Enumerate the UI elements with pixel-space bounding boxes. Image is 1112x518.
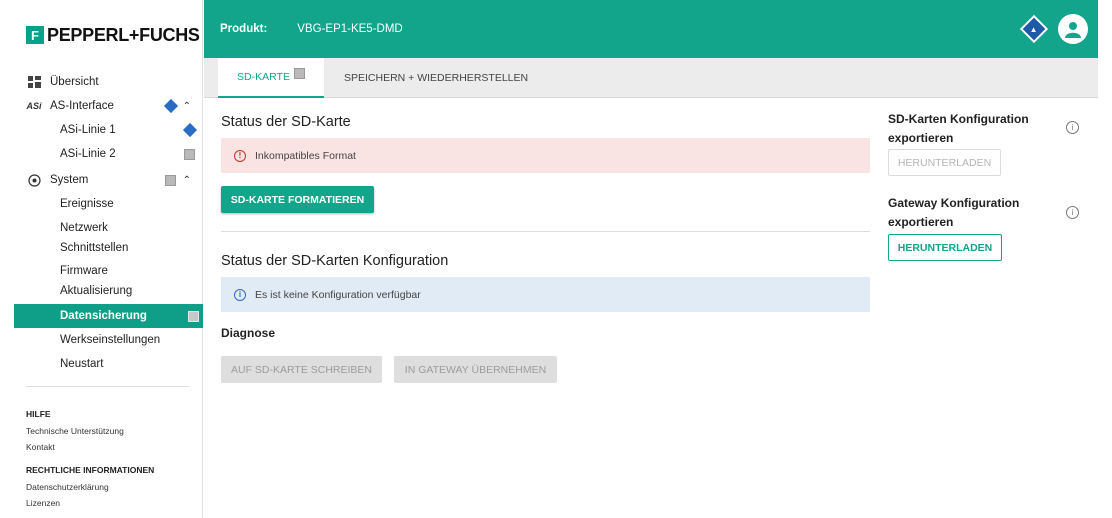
sd-export-title-line2: exportieren	[888, 131, 954, 145]
legal-link-privacy[interactable]: Datenschutzerklärung	[26, 482, 109, 492]
gateway-export-title-line2: exportieren	[888, 215, 954, 229]
sidebar-item-netzwerk[interactable]: Netzwerk Schnittstellen	[14, 218, 203, 258]
error-icon: !	[234, 149, 246, 162]
help-link-support[interactable]: Technische Unterstützung	[26, 426, 124, 436]
sidebar-item-label: Neustart	[60, 358, 104, 370]
brand-logo[interactable]: F PEPPERL+FUCHS	[14, 0, 202, 70]
status-blue-diamond-icon	[163, 98, 178, 114]
sidebar-item-label: Übersicht	[50, 76, 99, 88]
sidebar-item-label: ASi-Linie 1	[60, 124, 116, 136]
sidebar-item-firmware[interactable]: Firmware Aktualisierung	[14, 261, 203, 301]
product-label: Produkt:	[220, 23, 268, 35]
format-sd-card-button[interactable]: SD-KARTE FORMATIEREN	[221, 186, 374, 213]
apply-to-gateway-button[interactable]: IN GATEWAY ÜBERNEHMEN	[394, 356, 557, 383]
write-sd-card-button[interactable]: AUF SD-KARTE SCHREIBEN	[221, 356, 382, 383]
config-status-alert-text: Es ist keine Konfiguration verfügbar	[255, 288, 421, 301]
radio-target-icon	[26, 173, 42, 187]
brand-name: PEPPERL+FUCHS	[47, 24, 200, 45]
sidebar-item-uebersicht[interactable]: Übersicht	[14, 70, 203, 94]
sidebar-item-label-line2: Aktualisierung	[60, 285, 133, 297]
sidebar-item-as-interface[interactable]: ASi AS-Interface ⌃	[14, 94, 203, 118]
status-diamond-icon[interactable]: ▲	[1019, 14, 1049, 44]
user-avatar-icon[interactable]	[1058, 14, 1088, 44]
tab-bar: SD-KARTE SPEICHERN + WIEDERHERSTELLEN	[204, 58, 1098, 98]
sidebar-item-label: Netzwerk	[60, 222, 108, 234]
status-grey-square-icon	[184, 148, 195, 160]
sd-status-alert: ! Inkompatibles Format	[221, 138, 870, 173]
sidebar: F PEPPERL+FUCHS Übersicht ASi AS-Interfa…	[14, 0, 203, 518]
sidebar-item-label: System	[50, 174, 89, 186]
gateway-config-download-button[interactable]: HERUNTERLADEN	[888, 234, 1002, 261]
top-header: Produkt: VBG-EP1-KE5-DMD ▲	[204, 0, 1098, 58]
status-grey-square-icon	[293, 67, 305, 79]
sidebar-item-label: Werkseinstellungen	[60, 334, 161, 346]
chevron-up-icon[interactable]: ⌃	[183, 101, 191, 112]
sidebar-item-label-line2: Schnittstellen	[60, 242, 129, 254]
sidebar-item-label: ASi-Linie 2	[60, 148, 116, 160]
diagnose-label: Diagnose	[221, 326, 276, 340]
sd-status-title: Status der SD-Karte	[221, 114, 351, 130]
sd-status-alert-text: Inkompatibles Format	[255, 149, 356, 162]
status-blue-diamond-icon	[182, 122, 198, 138]
sidebar-item-label: AS-Interface	[50, 100, 114, 112]
sd-export-title: SD-Karten Konfiguration exportieren	[888, 110, 1029, 148]
sidebar-item-asi-linie-1[interactable]: ASi-Linie 1	[14, 118, 203, 142]
product-value: VBG-EP1-KE5-DMD	[297, 23, 403, 35]
info-icon[interactable]: i	[1066, 121, 1079, 134]
help-heading: HILFE	[26, 409, 51, 419]
status-grey-square-icon	[188, 310, 199, 322]
sidebar-divider	[26, 386, 189, 387]
config-status-alert: i Es ist keine Konfiguration verfügbar	[221, 277, 870, 312]
tab-label: SD-KARTE	[237, 71, 290, 83]
asi-icon: ASi	[26, 101, 42, 111]
tab-label: SPEICHERN + WIEDERHERSTELLEN	[344, 72, 529, 84]
info-icon[interactable]: i	[1066, 206, 1079, 219]
sidebar-item-werkseinstellungen[interactable]: Werkseinstellungen	[14, 328, 203, 352]
sd-config-download-button[interactable]: HERUNTERLADEN	[888, 149, 1001, 176]
sidebar-item-system[interactable]: System ⌃	[14, 168, 203, 192]
gateway-export-title: Gateway Konfiguration exportieren	[888, 194, 1019, 232]
tab-speichern-wiederherstellen[interactable]: SPEICHERN + WIEDERHERSTELLEN	[344, 58, 528, 98]
sidebar-item-ereignisse[interactable]: Ereignisse	[14, 192, 203, 216]
sidebar-item-asi-linie-2[interactable]: ASi-Linie 2	[14, 142, 203, 166]
chevron-up-icon[interactable]: ⌃	[183, 175, 191, 186]
sidebar-item-label: Ereignisse	[60, 198, 114, 210]
help-link-contact[interactable]: Kontakt	[26, 442, 55, 452]
legal-link-licenses[interactable]: Lizenzen	[26, 498, 60, 508]
sidebar-item-neustart[interactable]: Neustart	[14, 352, 203, 376]
sidebar-item-label: Firmware	[60, 265, 108, 277]
legal-heading: RECHTLICHE INFORMATIONEN	[26, 465, 155, 475]
sidebar-item-datensicherung[interactable]: Datensicherung	[14, 304, 203, 328]
dashboard-icon	[26, 76, 42, 88]
gateway-export-title-line1: Gateway Konfiguration	[888, 196, 1020, 210]
section-divider	[221, 231, 870, 232]
brand-mark: F	[26, 26, 44, 44]
sd-export-title-line1: SD-Karten Konfiguration	[888, 112, 1029, 126]
info-icon: i	[234, 288, 246, 301]
tab-sd-karte[interactable]: SD-KARTE	[218, 58, 324, 98]
config-status-title: Status der SD-Karten Konfiguration	[221, 253, 449, 269]
sidebar-item-label: Datensicherung	[60, 310, 147, 322]
status-grey-square-icon	[164, 174, 176, 186]
